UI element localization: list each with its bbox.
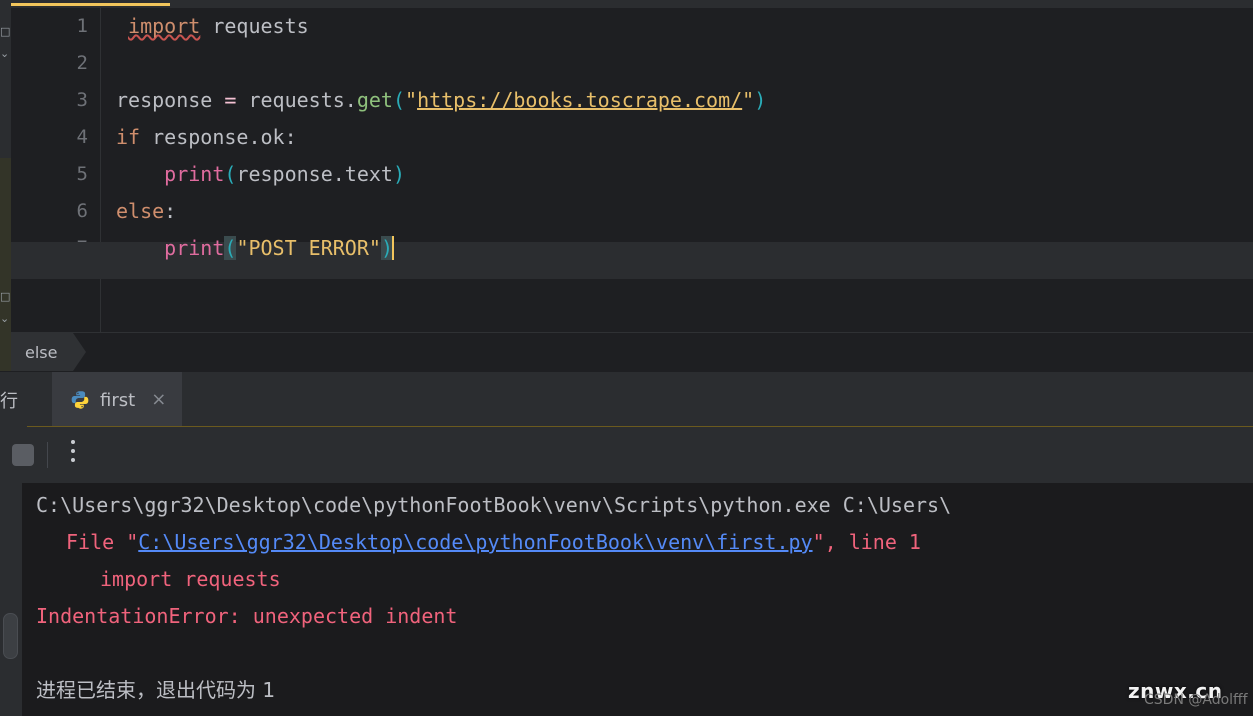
code-line[interactable]: else:	[102, 193, 1253, 230]
tool-window-icon-1[interactable]: □	[0, 26, 11, 37]
console-text: C:\Users\ggr32\Desktop\code\pythonFootBo…	[36, 493, 952, 517]
ide-window: □ ⌄ □ ⌄ 1234567 import requestsresponse …	[0, 0, 1253, 716]
console-text: , line 1	[824, 530, 921, 554]
line-number: 2	[76, 52, 88, 74]
python-icon	[70, 390, 90, 410]
code-line[interactable]: print(response.text)	[102, 156, 1253, 193]
tool-window-icon-2[interactable]: ⌄	[0, 48, 11, 59]
run-console[interactable]: C:\Users\ggr32\Desktop\code\pythonFootBo…	[0, 483, 1253, 716]
code-token: )	[392, 162, 406, 186]
code-token: :	[164, 199, 177, 223]
console-line: C:\Users\ggr32\Desktop\code\pythonFootBo…	[36, 487, 951, 524]
editor-tabbar-strip	[0, 0, 1253, 8]
code-token: response.ok:	[140, 125, 297, 149]
code-token: "	[742, 88, 755, 112]
console-text: import requests	[100, 567, 281, 591]
tool-window-icon-4[interactable]: ⌄	[0, 313, 11, 324]
code-token: import	[128, 14, 201, 38]
console-text: "	[126, 530, 139, 554]
watermark-author: CSDN @Adolfff	[1144, 692, 1248, 708]
code-token: requests	[236, 88, 345, 112]
code-token: get	[356, 88, 393, 112]
code-token: "POST ERROR"	[236, 236, 381, 260]
run-tool-window-label: 行	[0, 391, 18, 412]
console-file-link[interactable]: C:\Users\ggr32\Desktop\code\pythonFootBo…	[138, 530, 812, 554]
stop-icon[interactable]	[12, 444, 34, 466]
code-line[interactable]	[102, 45, 1253, 82]
code-line[interactable]: if response.ok:	[102, 119, 1253, 156]
breadcrumb-item-else[interactable]: else	[11, 333, 88, 371]
line-number-gutter: 1234567	[11, 8, 101, 332]
left-tool-strip[interactable]: □ ⌄ □ ⌄	[0, 8, 11, 435]
breadcrumb: else	[11, 332, 1253, 371]
console-toolbar	[0, 427, 1253, 483]
code-token: response.text	[236, 162, 393, 186]
console-scrollbar-thumb[interactable]	[3, 613, 18, 659]
code-token: "	[405, 88, 418, 112]
code-text-area[interactable]: import requests response = requests.get("…	[102, 8, 1253, 332]
console-line: IndentationError: unexpected indent	[36, 598, 457, 635]
line-number: 1	[76, 15, 88, 37]
tool-window-icon-3[interactable]: □	[0, 291, 11, 302]
more-vertical-icon[interactable]	[63, 440, 83, 470]
line-number: 4	[76, 126, 88, 148]
console-gutter	[0, 483, 22, 716]
line-number: 6	[76, 200, 88, 222]
console-text: "	[812, 530, 825, 554]
code-token: print	[164, 162, 225, 186]
code-token: (	[224, 162, 237, 186]
code-token: =	[224, 88, 237, 112]
code-token: else	[116, 199, 165, 223]
run-tool-window-tabbar: 行 first ×	[0, 371, 1253, 428]
code-token: )	[754, 88, 767, 112]
code-token: .	[344, 88, 357, 112]
code-token: print	[164, 236, 225, 260]
code-line[interactable]: response = requests.get("https://books.t…	[102, 82, 1253, 119]
code-editor[interactable]: 1234567 import requestsresponse = reques…	[11, 8, 1253, 332]
line-number: 3	[76, 89, 88, 111]
run-config-tab-first[interactable]: first ×	[52, 372, 183, 428]
close-icon[interactable]: ×	[151, 391, 166, 409]
code-line[interactable]: print("POST ERROR")	[102, 230, 1253, 267]
active-tab-indicator	[11, 3, 170, 6]
console-text: File	[66, 530, 127, 554]
code-line[interactable]: import requests	[102, 8, 1253, 45]
console-output[interactable]: C:\Users\ggr32\Desktop\code\pythonFootBo…	[22, 483, 1253, 716]
text-caret	[391, 236, 394, 260]
code-token: https://books.toscrape.com/	[417, 88, 743, 112]
code-token: (	[224, 236, 237, 260]
console-text: 进程已结束，退出代码为 1	[36, 678, 276, 702]
code-token: if	[116, 125, 141, 149]
console-line: 进程已结束，退出代码为 1	[36, 672, 275, 709]
console-line: File "C:\Users\ggr32\Desktop\code\python…	[66, 524, 921, 561]
console-text: IndentationError: unexpected indent	[36, 604, 458, 628]
code-token: (	[392, 88, 406, 112]
run-config-tab-label: first	[100, 389, 136, 411]
code-token: requests	[200, 14, 309, 38]
line-number: 5	[76, 163, 88, 185]
code-token: response	[116, 88, 225, 112]
toolbar-divider	[47, 442, 48, 468]
console-line: import requests	[100, 561, 281, 598]
